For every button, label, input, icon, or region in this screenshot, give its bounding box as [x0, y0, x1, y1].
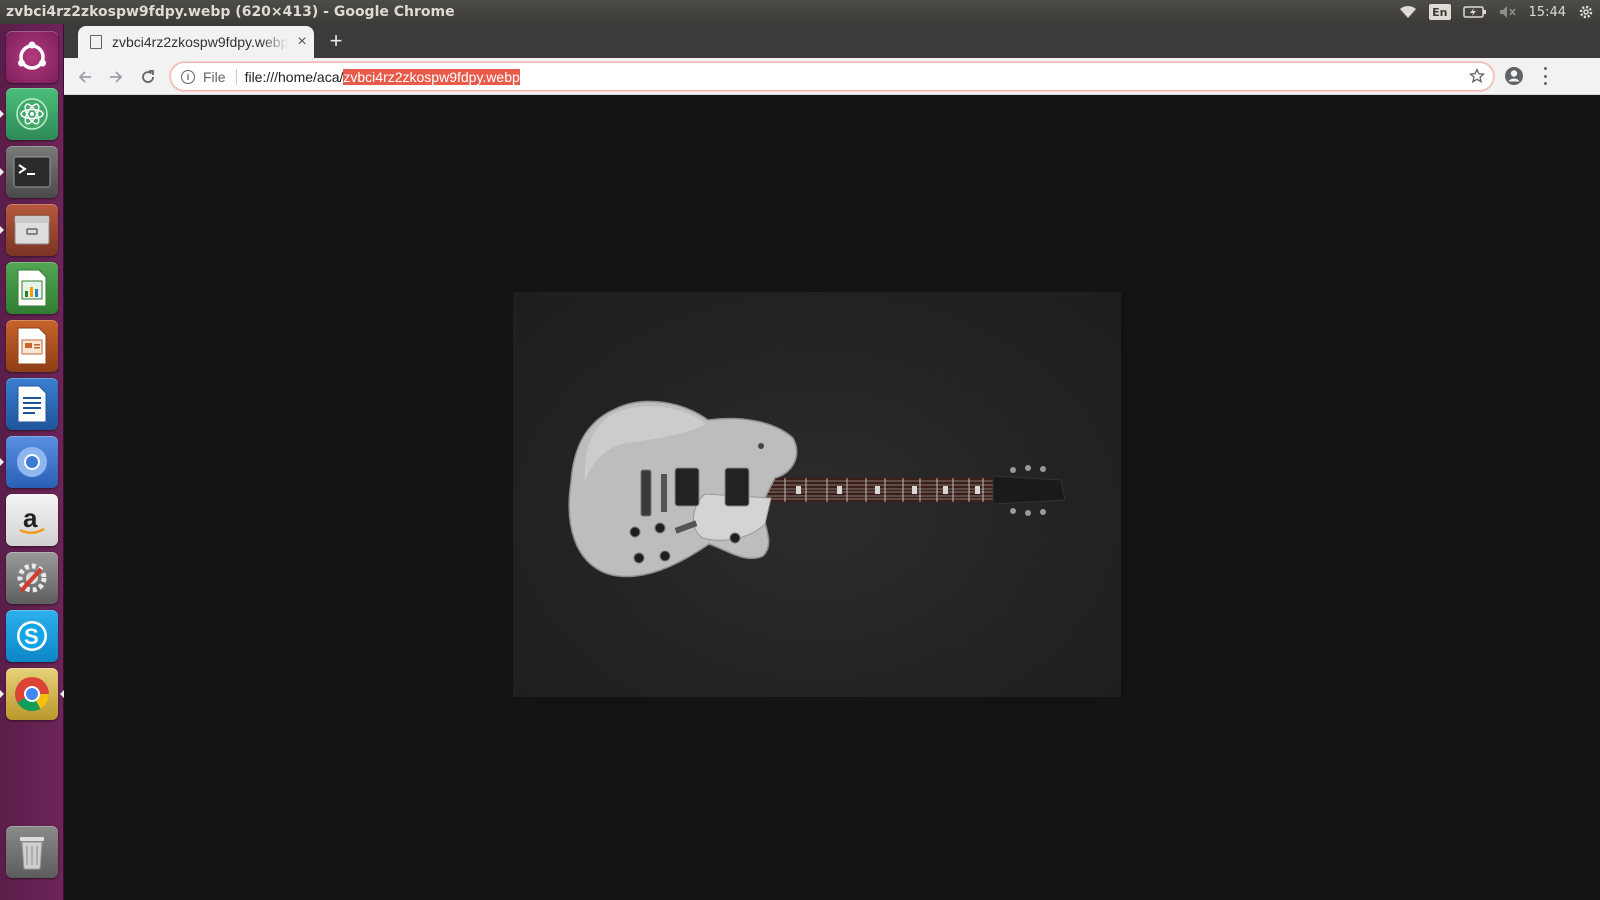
clock[interactable]: 15:44 — [1529, 3, 1566, 21]
url-selected-text: zvbci4rz2zkospw9fdpy.webp — [343, 68, 520, 85]
running-indicator — [0, 458, 4, 466]
back-arrow-icon — [78, 71, 91, 83]
google-chrome-icon[interactable] — [6, 668, 58, 720]
account-icon[interactable] — [1504, 66, 1524, 86]
reload-icon — [142, 70, 154, 83]
url-prefix: file:///home/aca/ — [244, 68, 344, 85]
chrome-window: zvbci4rz2zkospw9fdpy.webp × + i File fil… — [64, 24, 1600, 900]
browser-toolbar: i File file:///home/aca/zvbci4rz2zkospw9… — [64, 58, 1600, 95]
document-icon — [90, 35, 102, 49]
ubuntu-dash-icon[interactable] — [6, 31, 58, 83]
back-button[interactable] — [74, 66, 96, 88]
tab-close-button[interactable]: × — [294, 33, 310, 51]
guitar-image — [568, 400, 1066, 578]
tab-title: zvbci4rz2zkospw9fdpy.webp — [112, 34, 288, 50]
system-settings-icon[interactable] — [6, 552, 58, 604]
bookmark-star-icon[interactable] — [1468, 67, 1486, 89]
chromium-icon[interactable] — [6, 436, 58, 488]
tab-strip: zvbci4rz2zkospw9fdpy.webp × + — [64, 24, 1600, 58]
svg-text:S: S — [24, 624, 39, 649]
running-indicator — [0, 110, 4, 118]
guitar-photo — [513, 292, 1121, 697]
wifi-icon[interactable] — [1399, 3, 1417, 21]
top-panel: zvbci4rz2zkospw9fdpy.webp (620×413) - Go… — [0, 0, 1600, 24]
atom-editor-icon[interactable] — [6, 88, 58, 140]
running-indicator — [0, 690, 4, 698]
running-indicator — [0, 226, 4, 234]
svg-text:a: a — [23, 503, 38, 533]
battery-icon[interactable] — [1462, 3, 1487, 21]
indicator-area: En 15:44 — [1399, 0, 1600, 24]
new-tab-button[interactable]: + — [326, 30, 346, 52]
reload-button[interactable] — [137, 66, 159, 88]
running-indicator — [0, 168, 4, 176]
keyboard-language-indicator[interactable]: En — [1429, 4, 1451, 20]
tab-active[interactable]: zvbci4rz2zkospw9fdpy.webp × — [78, 26, 314, 58]
files-icon[interactable] — [6, 204, 58, 256]
url-text[interactable]: file:///home/aca/zvbci4rz2zkospw9fdpy.we… — [244, 68, 520, 85]
launcher: a S — [0, 24, 64, 900]
page-viewport — [64, 95, 1600, 900]
forward-arrow-icon — [110, 71, 123, 83]
forward-button[interactable] — [105, 66, 127, 88]
site-info-icon[interactable]: i — [181, 69, 195, 84]
trash-icon[interactable] — [6, 826, 58, 878]
libreoffice-calc-icon[interactable] — [6, 262, 58, 314]
address-bar[interactable]: i File file:///home/aca/zvbci4rz2zkospw9… — [170, 62, 1494, 91]
file-scheme-label: File — [203, 68, 237, 85]
volume-muted-icon[interactable] — [1499, 3, 1517, 21]
libreoffice-impress-icon[interactable] — [6, 320, 58, 372]
gear-icon[interactable] — [1578, 3, 1594, 21]
amazon-icon[interactable]: a — [6, 494, 58, 546]
terminal-icon[interactable] — [6, 146, 58, 198]
chrome-menu-button[interactable] — [1542, 67, 1548, 85]
window-title: zvbci4rz2zkospw9fdpy.webp (620×413) - Go… — [6, 4, 455, 20]
skype-icon[interactable]: S — [6, 610, 58, 662]
libreoffice-writer-icon[interactable] — [6, 378, 58, 430]
